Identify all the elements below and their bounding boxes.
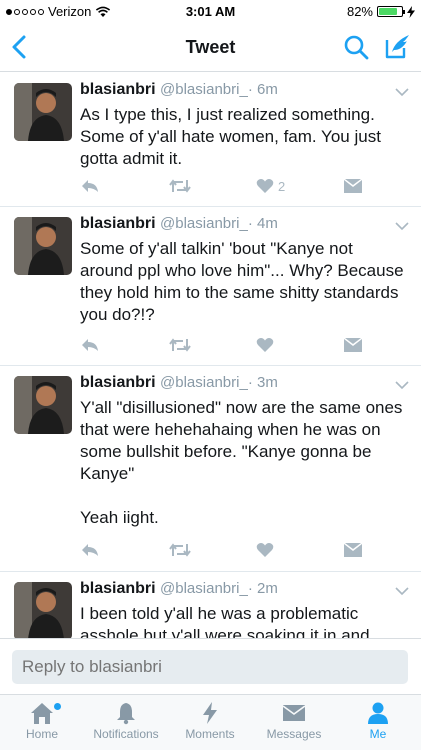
tweet-text: Some of y'all talkin' 'bout "Kanye not a… xyxy=(80,239,404,324)
direct-message-button[interactable] xyxy=(344,176,362,196)
tab-label: Home xyxy=(25,727,58,741)
avatar[interactable] xyxy=(14,582,72,638)
nav-bar: Tweet xyxy=(0,22,421,72)
tweet-header: blasianbri @blasianbri_· 6m xyxy=(80,81,278,99)
direct-message-button[interactable] xyxy=(344,540,362,560)
tab-moments[interactable]: Moments xyxy=(168,701,252,749)
author-handle[interactable]: @blasianbri_ xyxy=(160,580,248,597)
battery-icon xyxy=(377,6,405,17)
tweet-header: blasianbri @blasianbri_· 2m xyxy=(80,580,278,598)
reply-bar xyxy=(0,638,421,694)
caret-down-icon[interactable] xyxy=(395,87,409,97)
direct-message-icon xyxy=(344,179,362,193)
battery-percent: 82% xyxy=(346,4,373,19)
retweet-icon xyxy=(169,338,191,352)
reply-input[interactable] xyxy=(12,650,408,684)
tab-me[interactable]: Me xyxy=(336,701,420,749)
author-handle[interactable]: @blasianbri_ xyxy=(160,374,248,391)
tab-notifications[interactable]: Notifications xyxy=(84,701,168,749)
tweet-text: As I type this, I just realized somethin… xyxy=(80,105,381,168)
tweet-time: · 3m xyxy=(247,374,278,391)
tweet-header: blasianbri @blasianbri_· 4m xyxy=(80,215,278,233)
caret-down-icon[interactable] xyxy=(395,380,409,390)
charging-icon xyxy=(407,5,415,18)
tweet-header: blasianbri @blasianbri_· 3m xyxy=(80,374,278,392)
tweet-actions xyxy=(80,540,400,564)
compose-icon[interactable] xyxy=(383,33,411,61)
reply-icon xyxy=(82,180,98,192)
reply-button[interactable] xyxy=(80,540,100,560)
retweet-icon xyxy=(169,543,191,557)
author-handle[interactable]: @blasianbri_ xyxy=(160,81,248,98)
tweet-actions: 2 xyxy=(80,176,400,200)
tab-messages[interactable]: Messages xyxy=(252,701,336,749)
tweet-actions xyxy=(80,335,400,359)
author-name[interactable]: blasianbri xyxy=(80,81,156,98)
retweet-button[interactable] xyxy=(168,540,192,560)
tab-label: Me xyxy=(369,727,387,741)
caret-down-icon[interactable] xyxy=(395,221,409,231)
tweet-item[interactable]: blasianbri @blasianbri_· 3m Y'all "disil… xyxy=(0,366,421,572)
like-button[interactable]: 2 xyxy=(256,176,285,196)
home-icon xyxy=(31,703,53,724)
search-icon[interactable] xyxy=(343,34,369,60)
reply-button[interactable] xyxy=(80,176,100,196)
reply-icon xyxy=(82,339,98,351)
like-icon xyxy=(256,543,274,557)
like-button[interactable] xyxy=(256,335,278,355)
caret-down-icon[interactable] xyxy=(395,586,409,596)
tweet-item[interactable]: blasianbri @blasianbri_· 2m I been told … xyxy=(0,572,421,638)
tweet-item[interactable]: blasianbri @blasianbri_· 4m Some of y'al… xyxy=(0,207,421,366)
tweet-text: I been told y'all he was a problematic a… xyxy=(80,604,370,638)
author-name[interactable]: blasianbri xyxy=(80,215,156,232)
like-icon xyxy=(256,338,274,352)
like-button[interactable] xyxy=(256,540,278,560)
tweet-list: blasianbri @blasianbri_· 6m As I type th… xyxy=(0,73,421,638)
envelope-icon xyxy=(282,705,306,721)
retweet-button[interactable] xyxy=(168,335,192,355)
tweet-time: · 2m xyxy=(247,580,278,597)
avatar[interactable] xyxy=(14,376,72,434)
bell-icon xyxy=(117,703,135,725)
lightning-icon xyxy=(203,702,217,724)
tweet-time: · 4m xyxy=(247,215,278,232)
like-count: 2 xyxy=(278,178,286,194)
tweet-item[interactable]: blasianbri @blasianbri_· 6m As I type th… xyxy=(0,73,421,207)
direct-message-icon xyxy=(344,543,362,557)
avatar[interactable] xyxy=(14,217,72,275)
tab-label: Moments xyxy=(185,727,235,741)
tab-bar: Home Notifications Moments Messages Me xyxy=(0,694,421,750)
like-icon xyxy=(256,179,274,193)
notification-dot xyxy=(54,703,61,710)
author-name[interactable]: blasianbri xyxy=(80,580,156,597)
author-handle[interactable]: @blasianbri_ xyxy=(160,215,248,232)
tab-label: Messages xyxy=(266,727,322,741)
tab-home[interactable]: Home xyxy=(0,701,84,749)
retweet-button[interactable] xyxy=(168,176,192,196)
status-right: 82% xyxy=(347,4,415,19)
direct-message-icon xyxy=(344,338,362,352)
status-bar: Verizon 3:01 AM 82% xyxy=(0,0,421,22)
tweet-time: · 6m xyxy=(247,81,278,98)
retweet-icon xyxy=(169,179,191,193)
person-icon xyxy=(368,702,388,724)
direct-message-button[interactable] xyxy=(344,335,362,355)
author-name[interactable]: blasianbri xyxy=(80,374,156,391)
tweet-text: Y'all "disillusioned" now are the same o… xyxy=(80,398,403,527)
reply-icon xyxy=(82,544,98,556)
tab-label: Notifications xyxy=(93,727,159,741)
reply-button[interactable] xyxy=(80,335,100,355)
avatar[interactable] xyxy=(14,83,72,141)
